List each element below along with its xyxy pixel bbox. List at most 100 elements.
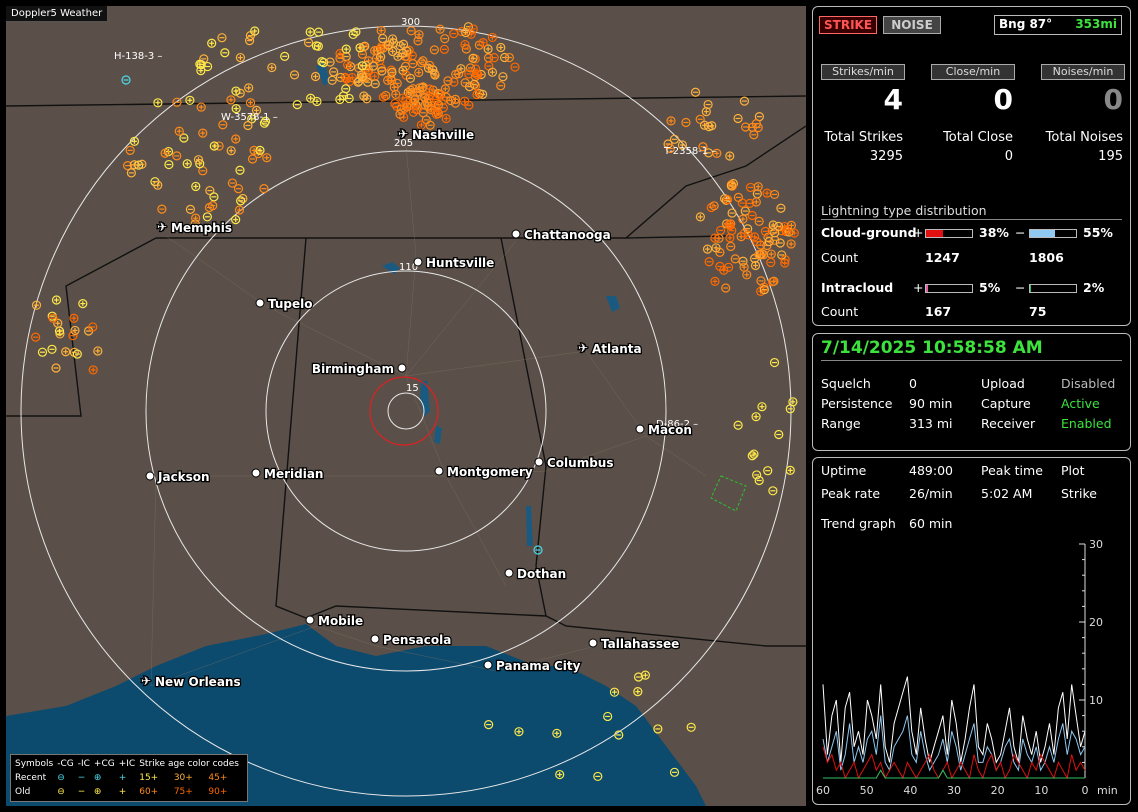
strike-marker-icon (686, 722, 696, 732)
city-new-orleans[interactable]: ✈ New Orleans (140, 673, 242, 691)
strike-marker-icon (70, 325, 80, 336)
city-meridian[interactable]: Meridian (251, 466, 325, 482)
city-label: Mobile (318, 614, 363, 628)
roads (150, 145, 707, 687)
city-label: New Orleans (155, 675, 241, 689)
legend-header-pos-ic: +IC (118, 759, 136, 769)
map-canvas[interactable]: 30020511015 H-138-3 – W-3578-1 – T-2358-1 … (6, 6, 806, 806)
total-close-value: 0 (1004, 149, 1013, 164)
strike-marker-icon (757, 402, 767, 412)
receiver-label: Receiver (981, 416, 1036, 431)
cg-neg-count: 1806 (1029, 250, 1064, 265)
city-tupelo[interactable]: Tupelo (255, 296, 314, 312)
city-atlanta[interactable]: ✈ Atlanta (577, 340, 643, 358)
age-60: 60+ (139, 787, 159, 797)
cg-neg-bar-fill (1030, 230, 1056, 237)
strike-marker-icon (695, 212, 705, 222)
bearing-readout: Bng 87° 353mi (994, 15, 1122, 35)
strike-marker-icon (725, 151, 735, 161)
strike-marker-icon (742, 270, 752, 280)
strike-marker-icon (762, 188, 772, 198)
city-label: Meridian (264, 467, 323, 481)
age-75: 75+ (173, 787, 193, 797)
strike-marker-icon (69, 313, 79, 323)
city-label: Atlanta (592, 342, 642, 356)
range-value: 313 mi (909, 416, 953, 431)
neg-ic-recent-icon: − (77, 773, 86, 783)
storm-tags: H-138-3 –W-3578-1 –T-2358-1 –D-86-2 – (114, 51, 716, 430)
peak-time-value: 5:02 AM (981, 486, 1033, 501)
strike-marker-icon (666, 116, 676, 126)
cg-pos-bar-fill (926, 230, 944, 237)
x-tick-label: 20 (991, 784, 1005, 797)
city-mobile[interactable]: Mobile (305, 613, 364, 629)
range-labels: 30020511015 (394, 17, 420, 394)
city-panama-city[interactable]: Panama City (483, 658, 582, 674)
city-columbus[interactable]: Columbus (534, 455, 615, 471)
strike-marker-icon (191, 181, 201, 192)
total-noises-label: Total Noises (1045, 130, 1123, 145)
city-memphis[interactable]: ✈ Memphis (156, 219, 233, 237)
strike-marker-icon (789, 228, 799, 238)
strikes-per-min-value: 4 (883, 83, 903, 116)
distance-value: 353mi (1075, 17, 1117, 31)
noise-button[interactable]: NOISE (883, 16, 941, 34)
strike-marker-icon (198, 128, 208, 138)
strike-marker-icon (786, 239, 796, 249)
strike-marker-icon (88, 365, 98, 375)
strike-marker-icon (768, 486, 778, 496)
strike-marker-icon (47, 344, 57, 354)
strike-marker-icon (172, 97, 182, 107)
city-label: Pensacola (383, 633, 451, 647)
strike-marker-icon (310, 71, 321, 82)
strike-marker-icon (733, 113, 743, 124)
legend-header-neg-cg: -CG (57, 759, 74, 769)
strike-marker-icon (61, 347, 71, 357)
strike-marker-icon (733, 192, 744, 203)
strike-marker-icon (709, 201, 719, 211)
range-label: Range (821, 416, 861, 431)
strike-marker-icon (78, 299, 88, 309)
airport-icon: ✈ (398, 127, 408, 141)
x-tick-label: 60 (816, 784, 830, 797)
distribution-title: Lightning type distribution (821, 203, 987, 218)
strike-marker-icon (207, 38, 217, 48)
settings-panel: 7/14/2025 10:58:58 AM Squelch 0 Upload D… (812, 333, 1131, 451)
lightning-map[interactable]: 300 205 110 15 H-138-3 – W-3578-1 – T-2358-1 … (6, 6, 806, 806)
strike-marker-icon (690, 87, 701, 97)
strike-marker-icon (769, 189, 780, 200)
strike-marker-icon (388, 46, 398, 57)
city-dothan[interactable]: Dothan (504, 566, 567, 582)
strike-marker-icon (745, 182, 756, 193)
city-label: Birmingham (312, 362, 394, 376)
strike-marker-icon (259, 184, 269, 194)
pos-ic-old-icon: + (118, 787, 127, 797)
strike-marker-icon (429, 45, 439, 55)
ic-plus-sign: + (913, 280, 924, 295)
city-pensacola[interactable]: Pensacola (370, 632, 453, 648)
strike-marker-icon (226, 146, 236, 156)
city-chattanooga[interactable]: Chattanooga (511, 227, 612, 243)
city-birmingham[interactable]: Birmingham (311, 361, 407, 377)
strike-button[interactable]: STRIKE (819, 16, 877, 34)
city-montgomery[interactable]: Montgomery (434, 464, 534, 480)
strike-marker-icon (489, 53, 499, 63)
strike-marker-icon (217, 33, 227, 43)
total-strikes-value: 3295 (869, 149, 903, 164)
strike-marker-icon (730, 254, 740, 264)
city-label: Tupelo (268, 297, 313, 311)
strike-marker-icon (414, 67, 424, 78)
city-dot-icon (434, 466, 444, 476)
city-huntsville[interactable]: Huntsville (413, 255, 496, 271)
city-macon[interactable]: Macon (635, 422, 693, 438)
cg-pos-count: 1247 (925, 250, 960, 265)
neg-cg-old-icon: ⊖ (57, 787, 65, 797)
strike-marker-icon (51, 363, 61, 373)
strike-marker-icon (733, 420, 743, 430)
city-label: Panama City (496, 659, 581, 673)
strike-marker-icon (749, 449, 759, 459)
strike-marker-icon (220, 48, 230, 58)
strike-marker-icon (182, 159, 192, 169)
strike-marker-icon (31, 332, 41, 342)
city-tallahassee[interactable]: Tallahassee (588, 636, 681, 652)
